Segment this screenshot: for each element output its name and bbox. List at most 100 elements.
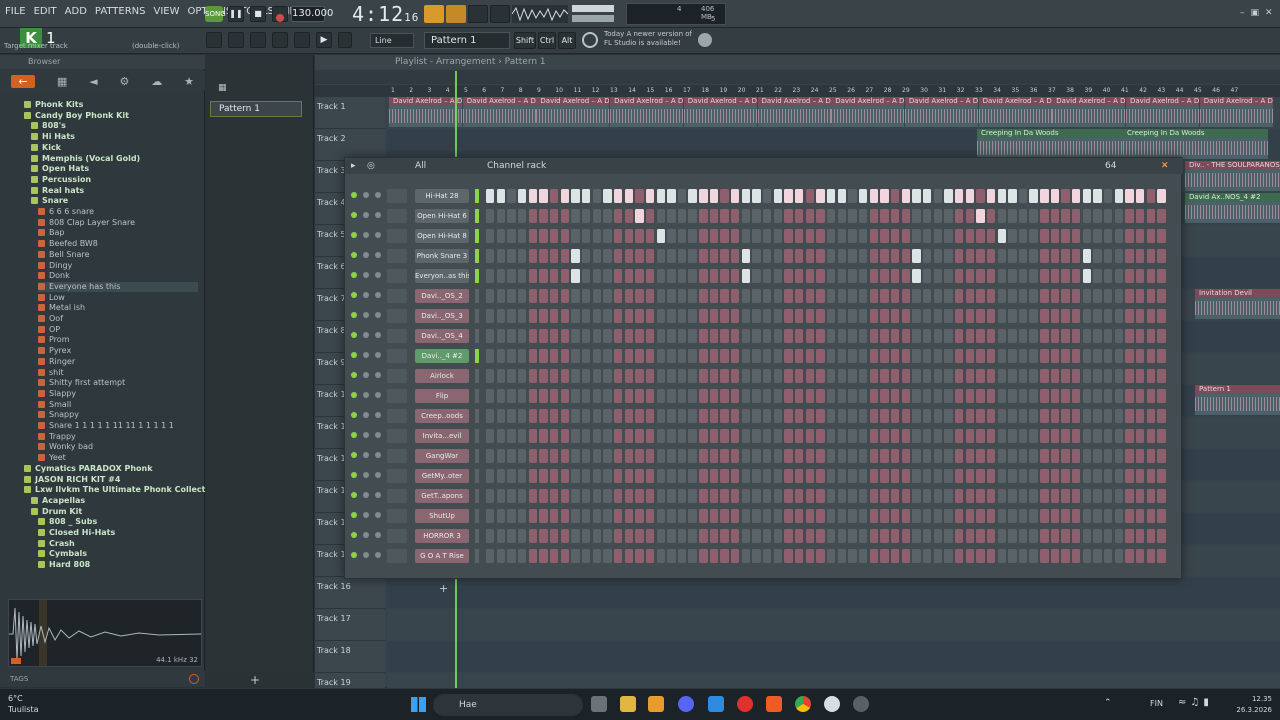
tray-chevron-icon[interactable]: ⌃ <box>1104 698 1112 708</box>
step-button[interactable] <box>645 509 655 523</box>
step-button[interactable] <box>624 509 633 523</box>
step-button[interactable] <box>997 549 1006 563</box>
step-button[interactable] <box>709 309 719 323</box>
step-button[interactable] <box>1125 469 1134 483</box>
step-button[interactable] <box>858 529 868 543</box>
step-button[interactable] <box>773 289 783 303</box>
step-button[interactable] <box>539 189 548 203</box>
step-button[interactable] <box>560 289 569 303</box>
step-button[interactable] <box>720 229 729 243</box>
step-button[interactable] <box>944 529 953 543</box>
step-button[interactable] <box>731 249 740 263</box>
browser-folder[interactable]: 808 _ Subs <box>38 517 97 527</box>
step-button[interactable] <box>784 509 793 523</box>
step-button[interactable] <box>741 529 751 543</box>
step-button[interactable] <box>517 369 527 383</box>
step-button[interactable] <box>581 189 591 203</box>
step-button[interactable] <box>1136 369 1145 383</box>
step-button[interactable] <box>880 329 889 343</box>
step-button[interactable] <box>848 429 857 443</box>
step-button[interactable] <box>549 429 559 443</box>
step-button[interactable] <box>1157 369 1166 383</box>
step-button[interactable] <box>677 209 687 223</box>
step-button[interactable] <box>1146 529 1156 543</box>
step-button[interactable] <box>933 229 942 243</box>
step-button[interactable] <box>1029 549 1038 563</box>
playlist-clip[interactable]: Creeping In Da Woods <box>1123 129 1268 159</box>
channel-pan-knob[interactable] <box>363 512 369 518</box>
step-button[interactable] <box>741 249 751 263</box>
step-button[interactable] <box>592 189 601 203</box>
channel-volume-knob[interactable] <box>375 492 381 498</box>
step-button[interactable] <box>560 349 569 363</box>
step-button[interactable] <box>986 309 996 323</box>
step-button[interactable] <box>1018 249 1028 263</box>
step-button[interactable] <box>1146 369 1156 383</box>
step-button[interactable] <box>656 409 665 423</box>
step-button[interactable] <box>1008 289 1017 303</box>
step-button[interactable] <box>869 509 879 523</box>
step-button[interactable] <box>656 209 665 223</box>
step-button[interactable] <box>1029 509 1038 523</box>
step-button[interactable] <box>933 389 942 403</box>
step-button[interactable] <box>848 209 857 223</box>
step-button[interactable] <box>1040 229 1049 243</box>
step-button[interactable] <box>1082 549 1092 563</box>
step-button[interactable] <box>837 509 847 523</box>
step-button[interactable] <box>933 509 942 523</box>
step-button[interactable] <box>539 249 548 263</box>
step-button[interactable] <box>560 209 569 223</box>
step-button[interactable] <box>1061 449 1070 463</box>
step-button[interactable] <box>1008 429 1017 443</box>
step-button[interactable] <box>624 529 633 543</box>
step-button[interactable] <box>944 489 953 503</box>
step-button[interactable] <box>1029 189 1038 203</box>
step-button[interactable] <box>549 189 559 203</box>
step-button[interactable] <box>1146 469 1156 483</box>
step-button[interactable] <box>752 349 761 363</box>
step-button[interactable] <box>1018 409 1028 423</box>
step-button[interactable] <box>1093 369 1102 383</box>
step-button[interactable] <box>880 209 889 223</box>
browser-file[interactable]: Ringer <box>38 357 75 367</box>
step-button[interactable] <box>549 509 559 523</box>
step-button[interactable] <box>922 369 932 383</box>
step-button[interactable] <box>922 489 932 503</box>
step-button[interactable] <box>954 209 964 223</box>
channel-select-bar[interactable] <box>475 249 479 263</box>
step-button[interactable] <box>1029 349 1038 363</box>
browser-gear-icon[interactable]: ⚙ <box>119 75 129 88</box>
step-button[interactable] <box>837 269 847 283</box>
step-button[interactable] <box>539 449 548 463</box>
step-button[interactable] <box>773 209 783 223</box>
step-button[interactable] <box>1157 529 1166 543</box>
channel-mute-led[interactable] <box>351 372 357 378</box>
step-button[interactable] <box>858 289 868 303</box>
step-button[interactable] <box>645 429 655 443</box>
step-button[interactable] <box>592 549 601 563</box>
step-button[interactable] <box>1136 329 1145 343</box>
step-button[interactable] <box>741 409 751 423</box>
step-button[interactable] <box>709 269 719 283</box>
step-button[interactable] <box>667 349 676 363</box>
step-button[interactable] <box>645 549 655 563</box>
step-button[interactable] <box>1157 549 1166 563</box>
channel-pan-knob[interactable] <box>363 532 369 538</box>
step-button[interactable] <box>613 329 623 343</box>
playlist-clip[interactable]: David Axelrod – A Div.. - THE SOULPARANO… <box>1199 97 1273 127</box>
step-button[interactable] <box>1157 489 1166 503</box>
step-button[interactable] <box>1061 229 1070 243</box>
channel-volume-knob[interactable] <box>375 352 381 358</box>
step-button[interactable] <box>624 249 633 263</box>
step-button[interactable] <box>1114 209 1124 223</box>
step-button[interactable] <box>997 509 1006 523</box>
channel-pan-knob[interactable] <box>363 312 369 318</box>
step-button[interactable] <box>581 449 591 463</box>
step-button[interactable] <box>1008 389 1017 403</box>
step-button[interactable] <box>1018 329 1028 343</box>
channel-pan-knob[interactable] <box>363 432 369 438</box>
step-button[interactable] <box>880 549 889 563</box>
step-button[interactable] <box>816 189 825 203</box>
step-button[interactable] <box>720 189 729 203</box>
step-button[interactable] <box>827 489 836 503</box>
